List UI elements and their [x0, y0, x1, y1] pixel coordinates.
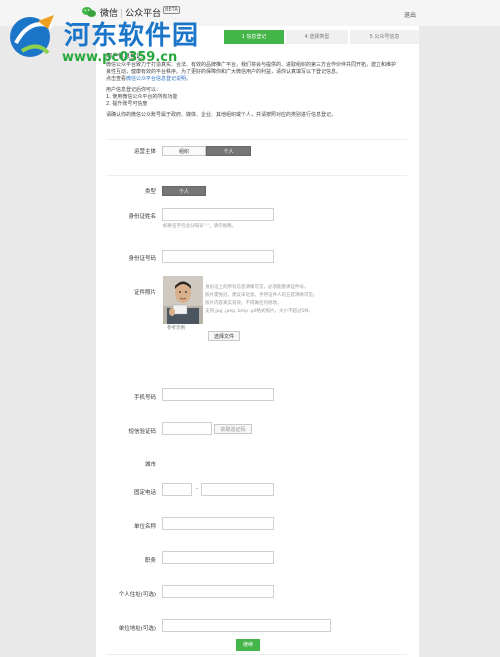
category-instruction: 请确认你的微信公众账号属于政府、媒体、企业、其他组织或个人，并请按照对应的类别进… [106, 112, 337, 118]
continue-button[interactable]: 继续 [236, 639, 260, 651]
benefit-item: 2. 提升账号可信度 [106, 101, 148, 107]
watermark: 河东软件园 www.pc0359.cn [8, 13, 223, 73]
employer-input[interactable] [162, 517, 274, 530]
employer-label: 单位名称 [133, 524, 156, 530]
type-value-badge: 个人 [162, 186, 206, 196]
intro-link-prefix: 点击查看 [106, 76, 127, 82]
watermark-logo-icon [10, 15, 54, 57]
id-name-input[interactable] [162, 208, 274, 221]
id-number-input[interactable] [162, 250, 274, 263]
benefit-item: 1. 使用微信公众平台的所有功能 [106, 94, 178, 100]
registration-panel: 1 信息登记 4 选择类型 5 公众号信息 用户信息登记 微信公众平台致力于打造… [96, 26, 419, 657]
choose-file-button[interactable]: 选择文件 [208, 331, 240, 341]
home-address-input[interactable] [162, 585, 274, 598]
home-address-label: 个人住址(可选) [118, 592, 156, 598]
divider [106, 654, 407, 655]
registration-guide-link[interactable]: 微信公众平台信息登记说明。 [126, 76, 191, 82]
get-code-button[interactable]: 获取验证码 [214, 424, 252, 434]
watermark-url: www.pc0359.cn [62, 50, 178, 65]
landline-label: 固定电话 [133, 490, 156, 496]
landline-number-input[interactable] [201, 483, 274, 496]
divider [106, 175, 407, 176]
id-photo-label: 证件照片 [133, 290, 156, 296]
operator-option-organization[interactable]: 组织 [162, 146, 206, 156]
step-account-info: 5 公众号信息 [350, 30, 419, 44]
divider [106, 139, 407, 140]
city-label: 城市 [144, 462, 156, 468]
photo-requirement: 照片内容真实有效，不得做任何修改。 [205, 301, 282, 306]
operator-option-individual[interactable]: 个人 [206, 146, 251, 156]
person-holding-id-icon [163, 276, 203, 324]
id-name-label: 身份证姓名 [128, 214, 156, 220]
step-choose-type: 4 选择类型 [286, 30, 348, 44]
id-number-label: 身份证号码 [128, 256, 156, 262]
photo-requirement: 支持.jpg .jpeg .bmp .gif格式照片，大小不超过5M。 [205, 309, 313, 314]
id-name-hint: 如果名字包含分隔号"·"，请勿省略。 [163, 224, 237, 229]
benefits-title: 用户信息登记后你可以： [106, 87, 162, 93]
sample-photo [163, 276, 203, 324]
photo-requirement: 身份证上的所有信息清晰可见，必须能看清证件号。 [205, 285, 309, 290]
photo-requirement: 照片需免冠，建议未化妆，手持证件人的五官清晰可见。 [205, 293, 318, 298]
sms-code-label: 短信验证码 [128, 429, 156, 435]
watermark-title: 河东软件园 [64, 21, 200, 51]
work-address-label: 单位地址(可选) [118, 626, 156, 632]
photo-requirements: 身份证上的所有信息清晰可见，必须能看清证件号。 照片需免冠，建议未化妆，手持证件… [205, 284, 325, 316]
position-label: 职务 [144, 558, 156, 564]
phone-label: 手机号码 [133, 395, 156, 401]
type-label: 类型 [144, 189, 156, 195]
work-address-input[interactable] [162, 619, 331, 632]
landline-separator: - [196, 485, 199, 492]
intro-link-row: 点击查看微信公众平台信息登记说明。 [106, 76, 406, 83]
phone-input[interactable] [162, 388, 274, 401]
logout-link[interactable]: 退出 [404, 10, 416, 19]
landline-area-code-input[interactable] [162, 483, 192, 496]
photo-caption: 参考示例 [167, 326, 185, 331]
position-input[interactable] [162, 551, 274, 564]
sms-code-input[interactable] [162, 422, 212, 435]
operator-label: 运营主体 [133, 149, 156, 155]
step-info-registration: 1 信息登记 [224, 30, 284, 44]
